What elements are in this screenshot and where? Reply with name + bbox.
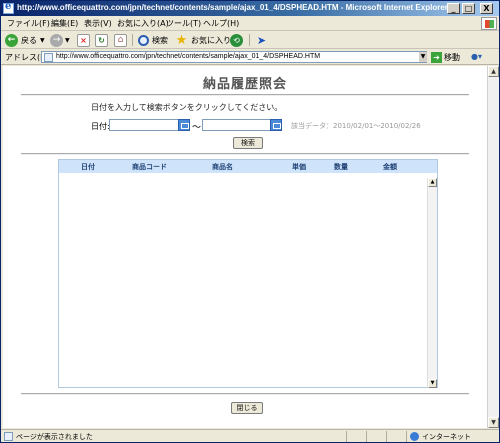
- back-label: 戻る: [21, 35, 37, 45]
- date-label: 日付:: [91, 122, 110, 131]
- toolbar-separator: [249, 34, 250, 46]
- history-button[interactable]: ⟲: [230, 33, 243, 47]
- back-button[interactable]: ← 戻る ▼: [5, 33, 45, 47]
- security-zone-label: インターネット: [422, 433, 471, 441]
- cursor-button[interactable]: ➤: [255, 33, 268, 47]
- status-bar: ページが表示されました インターネット: [1, 429, 499, 442]
- menu-edit[interactable]: 編集(E): [51, 18, 78, 29]
- page-scroll-up-icon[interactable]: ▲: [488, 66, 499, 77]
- form-divider: [21, 153, 469, 155]
- address-bar: アドレス(D) http://www.officequattro.com/jpn…: [1, 49, 499, 65]
- cursor-icon: ➤: [256, 33, 267, 47]
- internet-zone-icon: [410, 432, 419, 441]
- menu-favorites[interactable]: お気に入り(A): [117, 18, 169, 29]
- home-icon: ⌂: [114, 33, 127, 47]
- favorites-label: お気に入り: [191, 35, 231, 45]
- go-arrow-icon: ➜: [431, 51, 442, 63]
- status-divider: [386, 431, 387, 442]
- refresh-icon: ↻: [95, 33, 108, 47]
- forward-dropdown-icon: ▼: [65, 36, 70, 44]
- go-button[interactable]: ➜ 移動: [431, 51, 460, 63]
- title-divider: [21, 94, 469, 96]
- refresh-button[interactable]: ↻: [95, 33, 108, 47]
- history-icon: ⟲: [230, 33, 243, 47]
- maximize-button[interactable]: □: [462, 3, 475, 14]
- status-divider: [366, 431, 367, 442]
- close-button[interactable]: X: [480, 3, 493, 14]
- menu-help[interactable]: ヘルプ(H): [203, 18, 239, 29]
- date-range-tilde: ～: [192, 123, 202, 133]
- col-header-product-code: 商品コード: [132, 163, 167, 171]
- col-header-quantity: 数量: [334, 163, 348, 171]
- col-header-amount: 金額: [383, 163, 397, 171]
- col-header-unit-price: 単価: [292, 163, 306, 171]
- search-button[interactable]: 検索: [138, 33, 168, 47]
- status-divider: [346, 431, 347, 442]
- stop-icon: ×: [77, 33, 90, 47]
- status-text: ページが表示されました: [16, 433, 93, 441]
- menu-file[interactable]: ファイル(F): [7, 18, 50, 29]
- search-icon: [138, 34, 149, 46]
- go-label: 移動: [444, 52, 460, 62]
- page-icon: [44, 53, 53, 62]
- ie-icon: [3, 1, 14, 14]
- menu-view[interactable]: 表示(V): [84, 18, 112, 29]
- scroll-up-icon[interactable]: ▲: [428, 178, 437, 187]
- forward-button[interactable]: → ▼: [50, 33, 70, 47]
- home-button[interactable]: ⌂: [114, 33, 127, 47]
- search-label: 検索: [152, 35, 168, 45]
- address-input[interactable]: http://www.officequattro.com/jpn/technet…: [41, 51, 427, 63]
- favorites-button[interactable]: ★ お気に入り: [175, 33, 231, 47]
- toolbar: ← 戻る ▼ → ▼ × ↻ ⌂ 検索 ★ お気に入り ⟲ ➤: [1, 31, 499, 49]
- toolbar-separator: [132, 34, 133, 46]
- calendar-to-icon[interactable]: [270, 119, 282, 131]
- page-done-icon: [4, 432, 13, 441]
- title-bar: http://www.officequattro.com/jpn/technet…: [1, 1, 499, 16]
- col-header-date: 日付: [81, 163, 95, 171]
- grid-divider: [21, 393, 469, 395]
- browser-window: http://www.officequattro.com/jpn/technet…: [0, 0, 500, 443]
- window-title: http://www.officequattro.com/jpn/technet…: [17, 3, 448, 12]
- windows-logo-icon: [481, 17, 497, 30]
- date-from-input[interactable]: [109, 119, 189, 131]
- close-page-button[interactable]: 閉じる: [231, 402, 263, 414]
- results-grid: 日付 商品コード 商品名 単価 数量 金額 ▲ ▼: [58, 159, 438, 388]
- links-icon[interactable]: ●▾: [471, 52, 482, 61]
- grid-scrollbar[interactable]: ▲ ▼: [427, 178, 437, 388]
- menu-bar: ファイル(F) 編集(E) 表示(V) お気に入り(A) ツール(T) ヘルプ(…: [1, 16, 499, 31]
- col-header-product-name: 商品名: [212, 163, 233, 171]
- page-scrollbar[interactable]: ▲ ▼: [487, 66, 499, 428]
- page-content: 納品履歴照会 日付を入力して検索ボタンをクリックしてください。 日付: ～ 該当…: [3, 66, 487, 428]
- address-dropdown-icon[interactable]: ▼: [419, 52, 427, 62]
- menu-tools[interactable]: ツール(T): [166, 18, 201, 29]
- page-title: 納品履歴照会: [202, 77, 287, 92]
- status-divider: [406, 431, 407, 442]
- star-icon: ★: [175, 32, 188, 48]
- instruction-text: 日付を入力して検索ボタンをクリックしてください。: [91, 103, 283, 112]
- minimize-button[interactable]: _: [447, 3, 460, 14]
- back-dropdown-icon: ▼: [40, 36, 45, 44]
- available-data-note: 該当データ：2010/02/01～2010/02/26: [291, 122, 421, 130]
- address-url: http://www.officequattro.com/jpn/technet…: [56, 53, 321, 60]
- forward-arrow-icon: →: [50, 33, 63, 47]
- scroll-down-icon[interactable]: ▼: [428, 379, 437, 388]
- page-scroll-down-icon[interactable]: ▼: [488, 417, 499, 428]
- search-submit-button[interactable]: 検索: [233, 137, 263, 149]
- grid-header: 日付 商品コード 商品名 単価 数量 金額: [59, 160, 437, 173]
- calendar-from-icon[interactable]: [178, 119, 190, 131]
- stop-button[interactable]: ×: [77, 33, 90, 47]
- back-arrow-icon: ←: [5, 33, 18, 47]
